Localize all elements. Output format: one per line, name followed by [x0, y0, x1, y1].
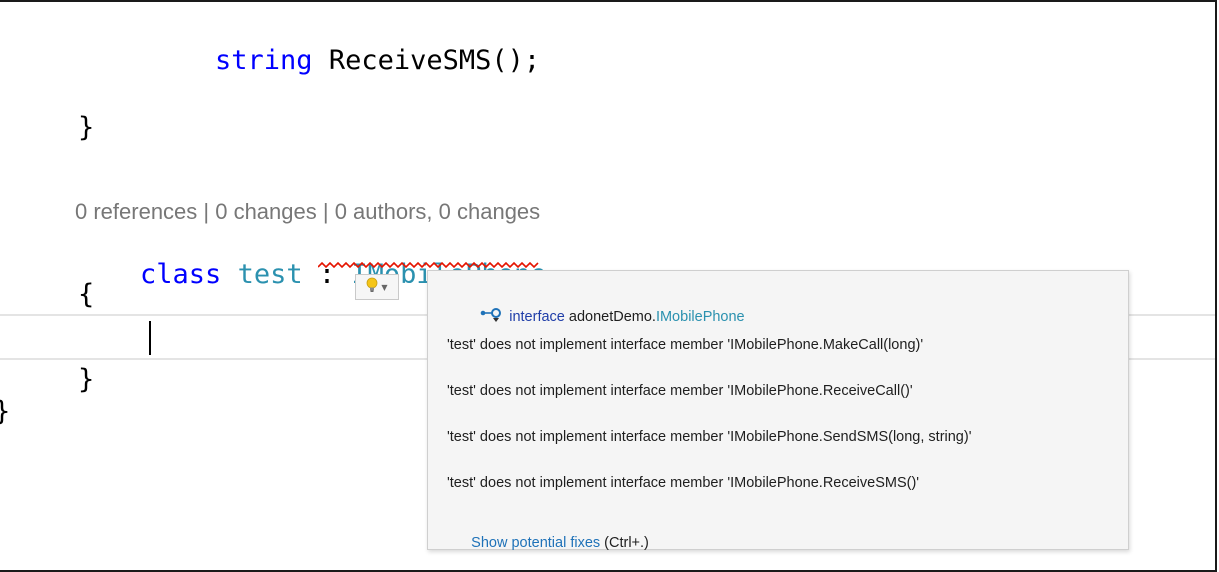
method-name: ReceiveSMS — [328, 45, 492, 76]
class-name: test — [237, 259, 303, 290]
class-open-brace: { — [78, 279, 95, 310]
tooltip-namespace: adonetDemo. — [568, 309, 656, 325]
codelens-info[interactable]: 0 references | 0 changes | 0 authors, 0 … — [75, 199, 540, 225]
code-editor[interactable]: string ReceiveSMS(); } 0 references | 0 … — [0, 0, 1217, 572]
error-squiggle — [318, 261, 539, 269]
chevron-down-icon: ▼ — [381, 282, 388, 292]
show-potential-fixes-row: Show potential fixes (Ctrl+.) — [447, 519, 649, 567]
show-potential-fixes-link[interactable]: Show potential fixes — [471, 535, 600, 551]
tooltip-keyword: interface — [509, 309, 565, 325]
method-parens: (); — [491, 45, 541, 76]
error-message: 'test' does not implement interface memb… — [447, 383, 913, 399]
tooltip-type-name: IMobilePhone — [655, 309, 745, 325]
text-caret — [149, 321, 151, 355]
error-message: 'test' does not implement interface memb… — [447, 337, 924, 353]
namespace-close-brace: } — [0, 398, 10, 425]
keyword-class: class — [140, 259, 222, 290]
tooltip-symbol-header: interface adonetDemo.IMobilePhone — [447, 291, 745, 343]
fix-shortcut-hint: (Ctrl+.) — [600, 535, 649, 551]
keyword-string: string — [215, 45, 313, 76]
class-close-brace: } — [78, 364, 95, 395]
quick-actions-lightbulb-button[interactable]: ▼ — [355, 274, 399, 300]
error-message: 'test' does not implement interface memb… — [447, 429, 972, 445]
lightbulb-icon — [366, 277, 378, 297]
error-message: 'test' does not implement interface memb… — [447, 475, 920, 491]
quick-info-tooltip: interface adonetDemo.IMobilePhone 'test'… — [427, 270, 1129, 551]
code-line-receivesms[interactable]: string ReceiveSMS(); — [150, 20, 540, 101]
interface-icon — [447, 291, 503, 343]
interface-close-brace: } — [78, 112, 95, 143]
